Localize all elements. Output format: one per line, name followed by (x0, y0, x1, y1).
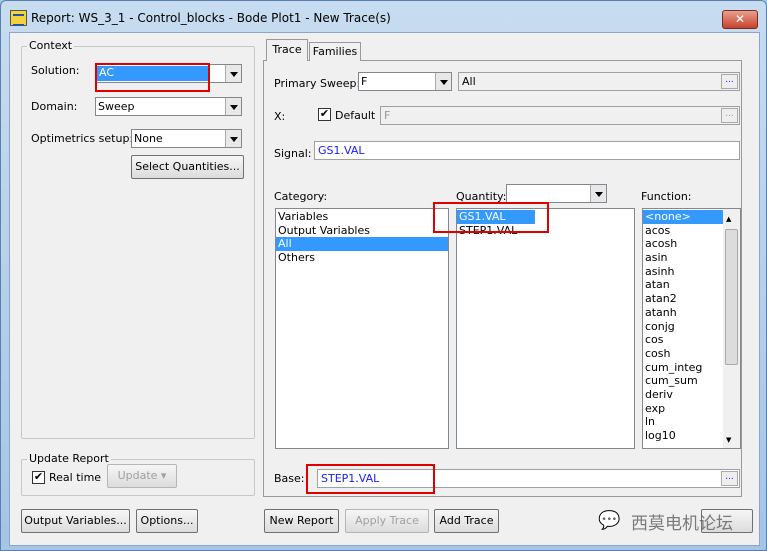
domain-value: Sweep (98, 100, 135, 113)
update-report-label: Update Report (27, 452, 111, 465)
function-item[interactable]: acos (643, 224, 723, 238)
signal-field[interactable]: GS1.VAL (314, 141, 740, 160)
output-variables-button[interactable]: Output Variables... (21, 509, 130, 533)
base-ellipsis-button[interactable]: ... (721, 471, 738, 486)
function-item[interactable]: cos (643, 333, 723, 347)
function-item[interactable]: deriv (643, 388, 723, 402)
tab-families[interactable]: Families (309, 42, 361, 61)
primary-sweep-value: F (361, 75, 368, 88)
default-checkbox[interactable]: ✔ (318, 108, 331, 121)
context-label: Context (27, 39, 75, 52)
wechat-icon: 💬 (598, 510, 621, 531)
realtime-label: Real time (49, 471, 102, 484)
tab-trace[interactable]: Trace (266, 39, 308, 61)
close-button[interactable]: ✕ (722, 10, 758, 29)
signal-label: Signal: (274, 147, 312, 160)
update-button: Update ▾ (107, 464, 177, 488)
function-item[interactable]: acosh (643, 237, 723, 251)
select-quantities-button[interactable]: Select Quantities... (131, 155, 244, 179)
signal-value: GS1.VAL (318, 144, 365, 157)
chevron-down-icon[interactable] (225, 98, 241, 115)
function-label: Function: (641, 190, 692, 203)
primary-sweep-label: Primary Sweep: (274, 77, 361, 90)
function-item[interactable]: cum_sum (643, 374, 723, 388)
report-dialog: Report: WS_3_1 - Control_blocks - Bode P… (0, 0, 767, 551)
category-item[interactable]: Others (276, 251, 448, 265)
function-item[interactable]: exp (643, 402, 723, 416)
scroll-down-icon[interactable]: ▼ (726, 434, 731, 448)
chevron-down-icon[interactable] (225, 130, 241, 147)
new-report-button[interactable]: New Report (264, 509, 339, 533)
function-item[interactable]: conjg (643, 320, 723, 334)
highlight-box (433, 202, 549, 233)
function-item[interactable]: atan2 (643, 292, 723, 306)
options-button[interactable]: Options... (136, 509, 198, 533)
sweep-ellipsis-button[interactable]: ... (721, 74, 738, 89)
function-item[interactable]: atan (643, 278, 723, 292)
scrollbar-thumb[interactable] (725, 229, 738, 365)
quantity-filter-combo[interactable] (506, 184, 607, 203)
optimetrics-label: Optimetrics setup: (31, 132, 134, 145)
solution-label: Solution: (31, 64, 80, 77)
quantity-list[interactable]: GS1.VAL STEP1.VAL (456, 208, 635, 449)
domain-combo[interactable]: Sweep (95, 97, 242, 116)
window-title: Report: WS_3_1 - Control_blocks - Bode P… (31, 11, 391, 25)
chevron-down-icon[interactable] (590, 185, 606, 202)
function-item[interactable]: asinh (643, 265, 723, 279)
scroll-up-icon[interactable]: ▲ (726, 213, 731, 227)
function-item[interactable]: <none> (643, 210, 723, 224)
highlight-box (306, 464, 435, 494)
x-ellipsis-button: ... (721, 108, 738, 123)
add-trace-button[interactable]: Add Trace (434, 509, 499, 533)
default-label: Default (335, 109, 376, 122)
apply-trace-button: Apply Trace (345, 509, 429, 533)
function-item[interactable]: atanh (643, 306, 723, 320)
sweep-range-field[interactable]: All ... (458, 72, 740, 91)
optimetrics-value: None (134, 132, 163, 145)
domain-label: Domain: (31, 100, 78, 113)
category-item[interactable]: Output Variables (276, 224, 448, 238)
function-item[interactable]: log10 (643, 429, 723, 443)
update-label: Update (117, 469, 158, 482)
category-label: Category: (274, 190, 328, 203)
x-field: F ... (380, 106, 740, 125)
function-item[interactable]: ln (643, 415, 723, 429)
chevron-down-icon[interactable] (225, 65, 241, 82)
highlight-box (95, 63, 210, 92)
base-label: Base: (274, 472, 305, 485)
function-item[interactable]: asin (643, 251, 723, 265)
realtime-checkbox[interactable]: ✔ (32, 471, 45, 484)
category-item[interactable]: All (276, 237, 448, 252)
optimetrics-combo[interactable]: None (131, 129, 242, 148)
category-item[interactable]: Variables (276, 210, 448, 224)
function-scrollbar[interactable]: ▲ ▼ (723, 209, 740, 448)
function-item[interactable]: cosh (643, 347, 723, 361)
function-list[interactable]: <none> acos acosh asin asinh atan atan2 atanh co… (642, 208, 741, 449)
sweep-range-value: All (462, 75, 476, 88)
watermark: 西莫电机论坛 (631, 514, 733, 534)
chevron-down-icon[interactable] (435, 73, 451, 90)
x-label: X: (274, 110, 286, 123)
category-list[interactable]: Variables Output Variables All Others (275, 208, 449, 449)
x-value: F (384, 109, 391, 122)
app-icon (10, 10, 27, 26)
function-item[interactable]: cum_integ (643, 361, 723, 375)
primary-sweep-combo[interactable]: F (358, 72, 452, 91)
